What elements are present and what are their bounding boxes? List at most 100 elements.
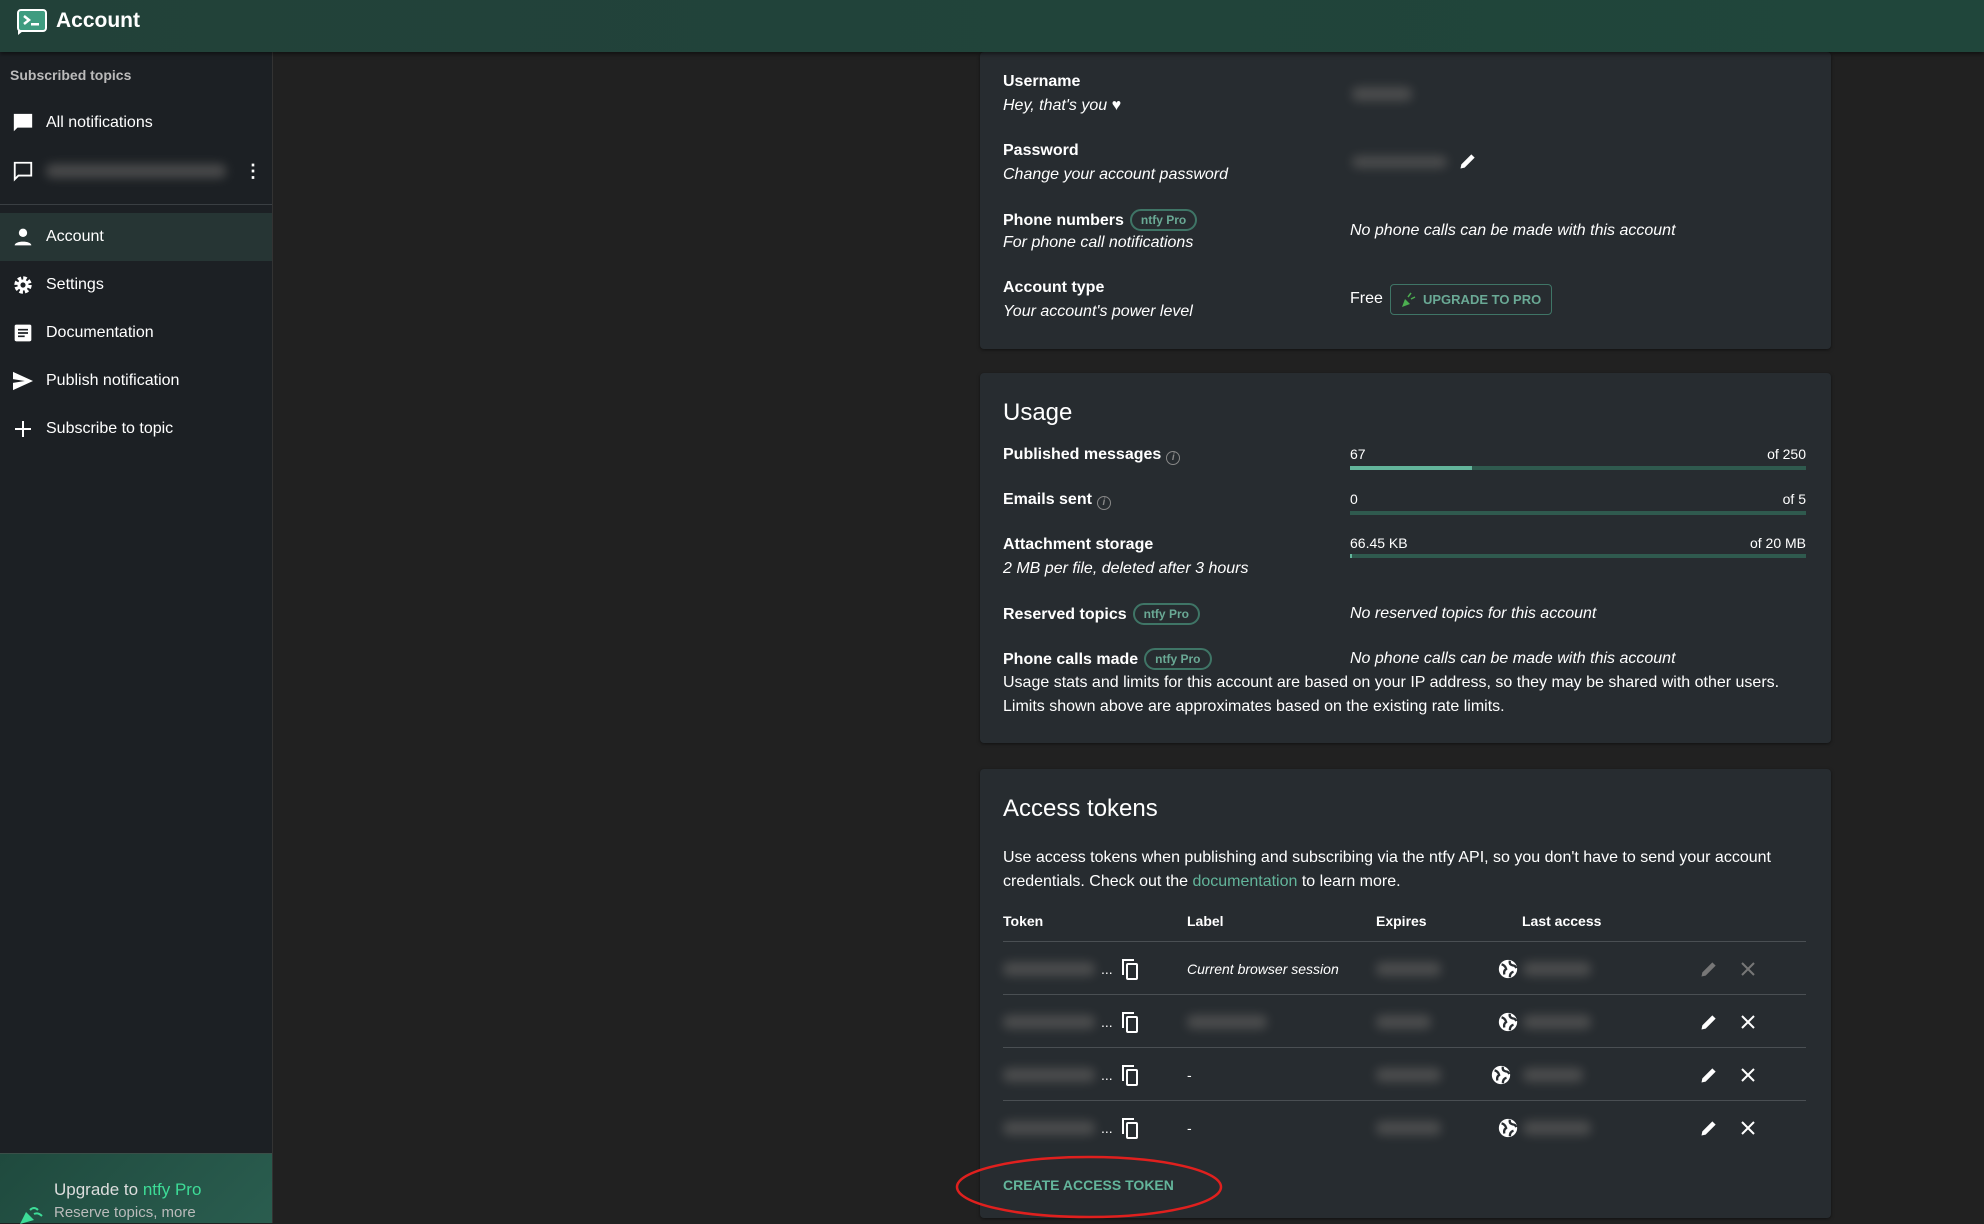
phone-label: Phone numbers ntfy Pro bbox=[1003, 209, 1198, 231]
info-icon[interactable]: i bbox=[1096, 496, 1111, 510]
account-type-value: Free bbox=[1350, 290, 1383, 307]
copy-icon[interactable] bbox=[1121, 958, 1139, 980]
sidebar: Subscribed topics All notifications ⋮ Ac… bbox=[0, 52, 273, 1224]
account-card: Username Hey, that's you ♥ Password Chan… bbox=[980, 52, 1831, 349]
emails-sent-label: Emails sent i bbox=[1003, 491, 1111, 510]
account-type-label: Account type bbox=[1003, 279, 1105, 296]
token-row: ... - bbox=[1003, 1100, 1806, 1153]
password-label: Password bbox=[1003, 142, 1079, 159]
storage-value: 66.45 KB bbox=[1350, 535, 1408, 551]
usage-note-2: Limits shown above are approximates base… bbox=[1003, 698, 1505, 715]
attachment-storage-label: Attachment storage bbox=[1003, 536, 1154, 553]
sidebar-item-label: Publish notification bbox=[46, 372, 180, 389]
upgrade-prefix: Upgrade to bbox=[54, 1180, 143, 1199]
celebration-icon bbox=[20, 1207, 43, 1224]
edit-icon[interactable] bbox=[1699, 1012, 1719, 1032]
token-value-blurred bbox=[1003, 1120, 1095, 1135]
phone-calls-value: No phone calls can be made with this acc… bbox=[1350, 650, 1676, 667]
token-ellipsis: ... bbox=[1101, 960, 1113, 977]
token-ellipsis: ... bbox=[1101, 1119, 1113, 1136]
info-icon[interactable]: i bbox=[1166, 451, 1181, 465]
phone-sub: For phone call notifications bbox=[1003, 234, 1194, 251]
last-access-blurred bbox=[1523, 1014, 1591, 1029]
divider bbox=[0, 204, 272, 205]
delete-icon[interactable] bbox=[1740, 1067, 1756, 1083]
celebration-icon bbox=[1402, 292, 1416, 307]
sidebar-item-settings[interactable]: Settings bbox=[0, 261, 272, 309]
expires-blurred bbox=[1376, 1067, 1441, 1082]
globe-icon[interactable] bbox=[1497, 1011, 1519, 1033]
token-value-blurred bbox=[1003, 1014, 1095, 1029]
red-annotation-ellipse bbox=[955, 1155, 1223, 1219]
sidebar-item-label: Account bbox=[46, 228, 104, 245]
attachment-storage-sub: 2 MB per file, deleted after 3 hours bbox=[1003, 560, 1249, 577]
tokens-desc-2: credentials. Check out the documentation… bbox=[1003, 873, 1401, 890]
delete-icon[interactable] bbox=[1740, 1014, 1756, 1030]
sidebar-item-label: All notifications bbox=[46, 114, 153, 131]
edit-icon[interactable] bbox=[1699, 959, 1719, 979]
copy-icon[interactable] bbox=[1121, 1011, 1139, 1033]
edit-icon[interactable] bbox=[1699, 1065, 1719, 1085]
usage-note-1: Usage stats and limits for this account … bbox=[1003, 674, 1780, 691]
upgrade-to-pro-button[interactable]: UPGRADE TO PRO bbox=[1390, 284, 1553, 315]
token-ellipsis: ... bbox=[1101, 1066, 1113, 1083]
edit-password-icon[interactable] bbox=[1458, 151, 1478, 171]
column-expires: Expires bbox=[1376, 913, 1427, 929]
emails-value: 0 bbox=[1350, 491, 1358, 507]
ntfy-pro-badge: ntfy Pro bbox=[1132, 603, 1200, 625]
access-tokens-card: Access tokens Use access tokens when pub… bbox=[955, 769, 1831, 1219]
access-tokens-title: Access tokens bbox=[1003, 795, 1158, 822]
copy-icon[interactable] bbox=[1121, 1064, 1139, 1086]
tokens-desc-1: Use access tokens when publishing and su… bbox=[1003, 849, 1771, 866]
chat-filled-icon bbox=[0, 112, 46, 134]
label-blurred bbox=[1187, 1014, 1267, 1029]
upgrade-subtitle: Reserve topics, more bbox=[54, 1204, 196, 1221]
password-sub: Change your account password bbox=[1003, 166, 1229, 183]
token-label: - bbox=[1187, 1119, 1192, 1136]
emails-progress bbox=[1350, 511, 1806, 515]
token-row: ... Current browser session bbox=[1003, 941, 1806, 994]
messages-value: 67 bbox=[1350, 446, 1366, 462]
username-label: Username bbox=[1003, 73, 1081, 90]
sidebar-item-all-notifications[interactable]: All notifications bbox=[0, 99, 272, 147]
published-messages-label: Published messages i bbox=[1003, 446, 1181, 465]
globe-icon[interactable] bbox=[1490, 1064, 1512, 1086]
ntfy-pro-badge: ntfy Pro bbox=[1144, 648, 1212, 670]
token-label: Current browser session bbox=[1187, 960, 1339, 977]
delete-icon[interactable] bbox=[1740, 961, 1756, 977]
upgrade-banner[interactable]: Upgrade to ntfy Pro Reserve topics, more bbox=[0, 1153, 272, 1224]
storage-progress bbox=[1350, 554, 1806, 558]
reserved-topics-value: No reserved topics for this account bbox=[1350, 605, 1597, 622]
last-access-blurred bbox=[1523, 961, 1591, 976]
usage-card: Usage Published messages i 67 of 250 Emai… bbox=[980, 373, 1831, 743]
token-value-blurred bbox=[1003, 1067, 1095, 1082]
page-title: Account bbox=[56, 9, 140, 32]
expires-blurred bbox=[1376, 1120, 1441, 1135]
token-label: - bbox=[1187, 1066, 1192, 1083]
sidebar-item-label: Subscribe to topic bbox=[46, 420, 174, 437]
globe-icon[interactable] bbox=[1497, 1117, 1519, 1139]
person-icon bbox=[0, 227, 46, 247]
more-vert-icon[interactable]: ⋮ bbox=[244, 161, 262, 182]
documentation-link[interactable]: documentation bbox=[1192, 873, 1297, 890]
delete-icon[interactable] bbox=[1740, 1120, 1756, 1136]
column-token: Token bbox=[1003, 913, 1044, 929]
edit-icon[interactable] bbox=[1699, 1118, 1719, 1138]
token-row: ... bbox=[1003, 994, 1806, 1047]
sidebar-item-subscribe[interactable]: Subscribe to topic bbox=[0, 405, 272, 453]
sidebar-item-documentation[interactable]: Documentation bbox=[0, 309, 272, 357]
sidebar-item-publish[interactable]: Publish notification bbox=[0, 357, 272, 405]
copy-icon[interactable] bbox=[1121, 1117, 1139, 1139]
phone-calls-label: Phone calls made ntfy Pro bbox=[1003, 648, 1212, 670]
phone-value: No phone calls can be made with this acc… bbox=[1350, 222, 1676, 239]
column-label: Label bbox=[1187, 913, 1224, 929]
upgrade-brand: ntfy Pro bbox=[142, 1180, 202, 1199]
send-icon bbox=[0, 371, 46, 391]
sidebar-item-account[interactable]: Account bbox=[0, 213, 272, 261]
topic-name-blurred bbox=[46, 164, 226, 178]
token-value-blurred bbox=[1003, 961, 1095, 976]
sidebar-item-label: Settings bbox=[46, 276, 104, 293]
account-type-sub: Your account's power level bbox=[1003, 303, 1193, 320]
sidebar-item-topic[interactable]: ⋮ bbox=[0, 147, 272, 195]
globe-icon[interactable] bbox=[1497, 958, 1519, 980]
